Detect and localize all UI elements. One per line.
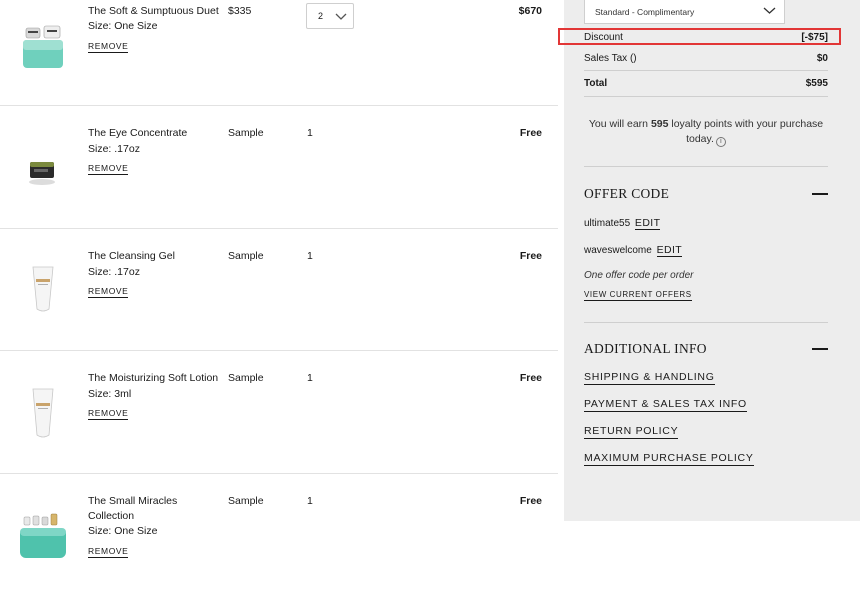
product-total: Free [519, 127, 542, 139]
chevron-down-icon [763, 7, 776, 14]
total-value: $595 [805, 78, 828, 89]
quantity-select[interactable]: 2 [306, 3, 354, 29]
cart-row: The Small Miracles Collection Size: One … [0, 474, 558, 595]
sales-tax-label: Sales Tax () [584, 53, 637, 64]
quantity-value: 2 [318, 11, 324, 21]
shipping-method-value: Standard - Complimentary [595, 7, 695, 17]
cart-row: The Moisturizing Soft Lotion Size: 3ml R… [0, 351, 558, 474]
cart-list: The Soft & Sumptuous Duet Size: One Size… [0, 0, 558, 595]
info-icon[interactable]: i [715, 137, 726, 147]
product-price: Sample [228, 250, 264, 262]
collection-bag-icon [18, 512, 68, 562]
total-label: Total [584, 78, 608, 89]
product-size: Size: .17oz [88, 143, 140, 155]
product-total: Free [519, 250, 542, 262]
offer-code-note: One offer code per order [584, 270, 694, 281]
product-name: The Cleansing Gel [88, 250, 175, 262]
cart-row: The Cleansing Gel Size: .17oz REMOVE Sam… [0, 229, 558, 351]
summary-divider [584, 322, 828, 323]
shipping-handling-link[interactable]: SHIPPING & HANDLING [584, 371, 715, 385]
remove-button[interactable]: REMOVE [88, 408, 129, 420]
remove-button[interactable]: REMOVE [88, 163, 129, 175]
quantity-value: 1 [307, 127, 313, 139]
offer-code-title: OFFER CODE [584, 186, 670, 201]
product-size: Size: One Size [88, 20, 158, 32]
jar-duet-icon [18, 22, 68, 72]
tube-icon [18, 265, 68, 315]
product-name: The Small Miracles Collection [88, 495, 178, 522]
order-summary-panel: Standard - Complimentary Discount [-$75]… [564, 0, 860, 521]
product-total: Free [519, 495, 542, 507]
summary-divider [584, 96, 828, 97]
loyalty-suffix: loyalty points with your purchase today. [668, 118, 824, 145]
product-price: Sample [228, 372, 264, 384]
jar-icon [18, 148, 68, 198]
payment-tax-info-link[interactable]: PAYMENT & SALES TAX INFO [584, 398, 747, 412]
remove-button[interactable]: REMOVE [88, 286, 129, 298]
loyalty-points: 595 [650, 118, 669, 130]
edit-code-button[interactable]: EDIT [634, 217, 661, 230]
additional-info-title: ADDITIONAL INFO [584, 341, 707, 356]
offer-code-item: waveswelcome EDIT [584, 244, 683, 257]
product-price: $335 [228, 5, 252, 17]
quantity-value: 1 [307, 250, 313, 262]
summary-divider [584, 70, 828, 71]
discount-highlight-box [558, 28, 841, 45]
product-size: Size: 3ml [88, 388, 132, 400]
chevron-down-icon [335, 13, 347, 20]
product-price: Sample [228, 495, 264, 507]
loyalty-message: You will earn 595 loyalty points with yo… [584, 117, 828, 147]
product-size: Size: .17oz [88, 266, 140, 278]
tube-icon [18, 387, 68, 438]
product-name: The Soft & Sumptuous Duet [88, 5, 219, 17]
return-policy-link[interactable]: RETURN POLICY [584, 425, 679, 439]
offer-code-value: waveswelcome [584, 245, 652, 256]
maximum-purchase-policy-link[interactable]: MAXIMUM PURCHASE POLICY [584, 452, 754, 466]
shipping-method-select[interactable]: Standard - Complimentary [584, 0, 785, 24]
loyalty-prefix: You will earn [588, 118, 651, 130]
product-size: Size: One Size [88, 525, 158, 537]
cart-row: The Eye Concentrate Size: .17oz REMOVE S… [0, 106, 558, 229]
product-total: Free [519, 372, 542, 384]
product-name: The Eye Concentrate [88, 127, 188, 139]
cart-row: The Soft & Sumptuous Duet Size: One Size… [0, 0, 558, 106]
collapse-icon[interactable] [812, 348, 828, 350]
sales-tax-value: $0 [816, 53, 828, 64]
product-total: $670 [518, 5, 542, 17]
quantity-value: 1 [307, 495, 313, 507]
remove-button[interactable]: REMOVE [88, 546, 129, 558]
view-current-offers-link[interactable]: VIEW CURRENT OFFERS [584, 290, 692, 301]
remove-button[interactable]: REMOVE [88, 41, 129, 53]
summary-divider [584, 166, 828, 167]
offer-code-item: ultimate55 EDIT [584, 217, 661, 230]
product-price: Sample [228, 127, 264, 139]
product-name: The Moisturizing Soft Lotion [88, 372, 219, 384]
collapse-icon[interactable] [812, 193, 828, 195]
quantity-value: 1 [307, 372, 313, 384]
offer-code-value: ultimate55 [584, 218, 631, 229]
edit-code-button[interactable]: EDIT [656, 244, 683, 257]
